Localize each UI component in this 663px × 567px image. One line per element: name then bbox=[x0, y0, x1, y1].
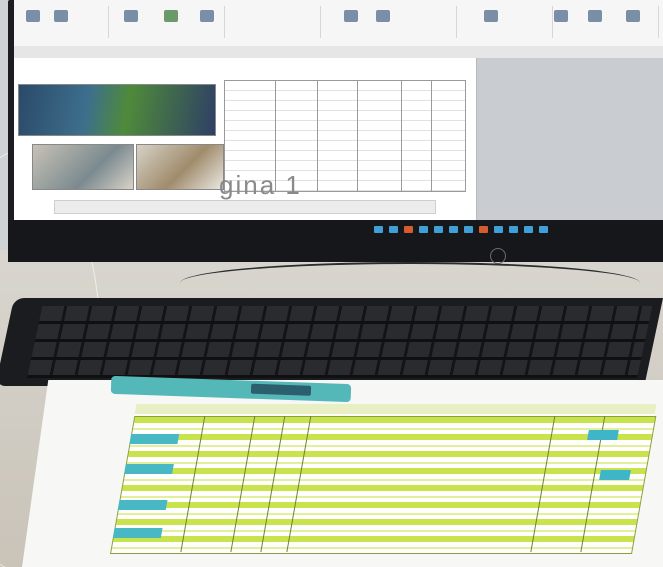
app-ribbon bbox=[14, 0, 663, 47]
usb-label bbox=[250, 383, 312, 396]
taskbar-icons bbox=[374, 226, 548, 233]
monitor: gina 1 bbox=[8, 0, 663, 264]
sheet-header bbox=[134, 404, 657, 414]
keyboard-key-rows bbox=[26, 306, 653, 378]
doc-footer-bar bbox=[54, 200, 436, 214]
document-page: gina 1 bbox=[14, 58, 477, 220]
monitor-screen: gina 1 bbox=[14, 0, 663, 220]
monitor-bezel bbox=[8, 220, 663, 262]
doc-image-photo-right bbox=[136, 144, 224, 190]
app-right-pane bbox=[477, 58, 663, 220]
sheet-side-marker bbox=[587, 430, 619, 440]
photo-scene: gina 1 bbox=[0, 0, 663, 567]
keyboard bbox=[0, 298, 663, 386]
doc-image-photo-left bbox=[32, 144, 134, 190]
sheet-side-marker bbox=[599, 470, 631, 480]
hp-logo-icon bbox=[490, 248, 506, 264]
doc-image-map bbox=[18, 84, 216, 136]
printed-spreadsheet bbox=[110, 404, 657, 554]
page-label: gina 1 bbox=[219, 170, 302, 200]
